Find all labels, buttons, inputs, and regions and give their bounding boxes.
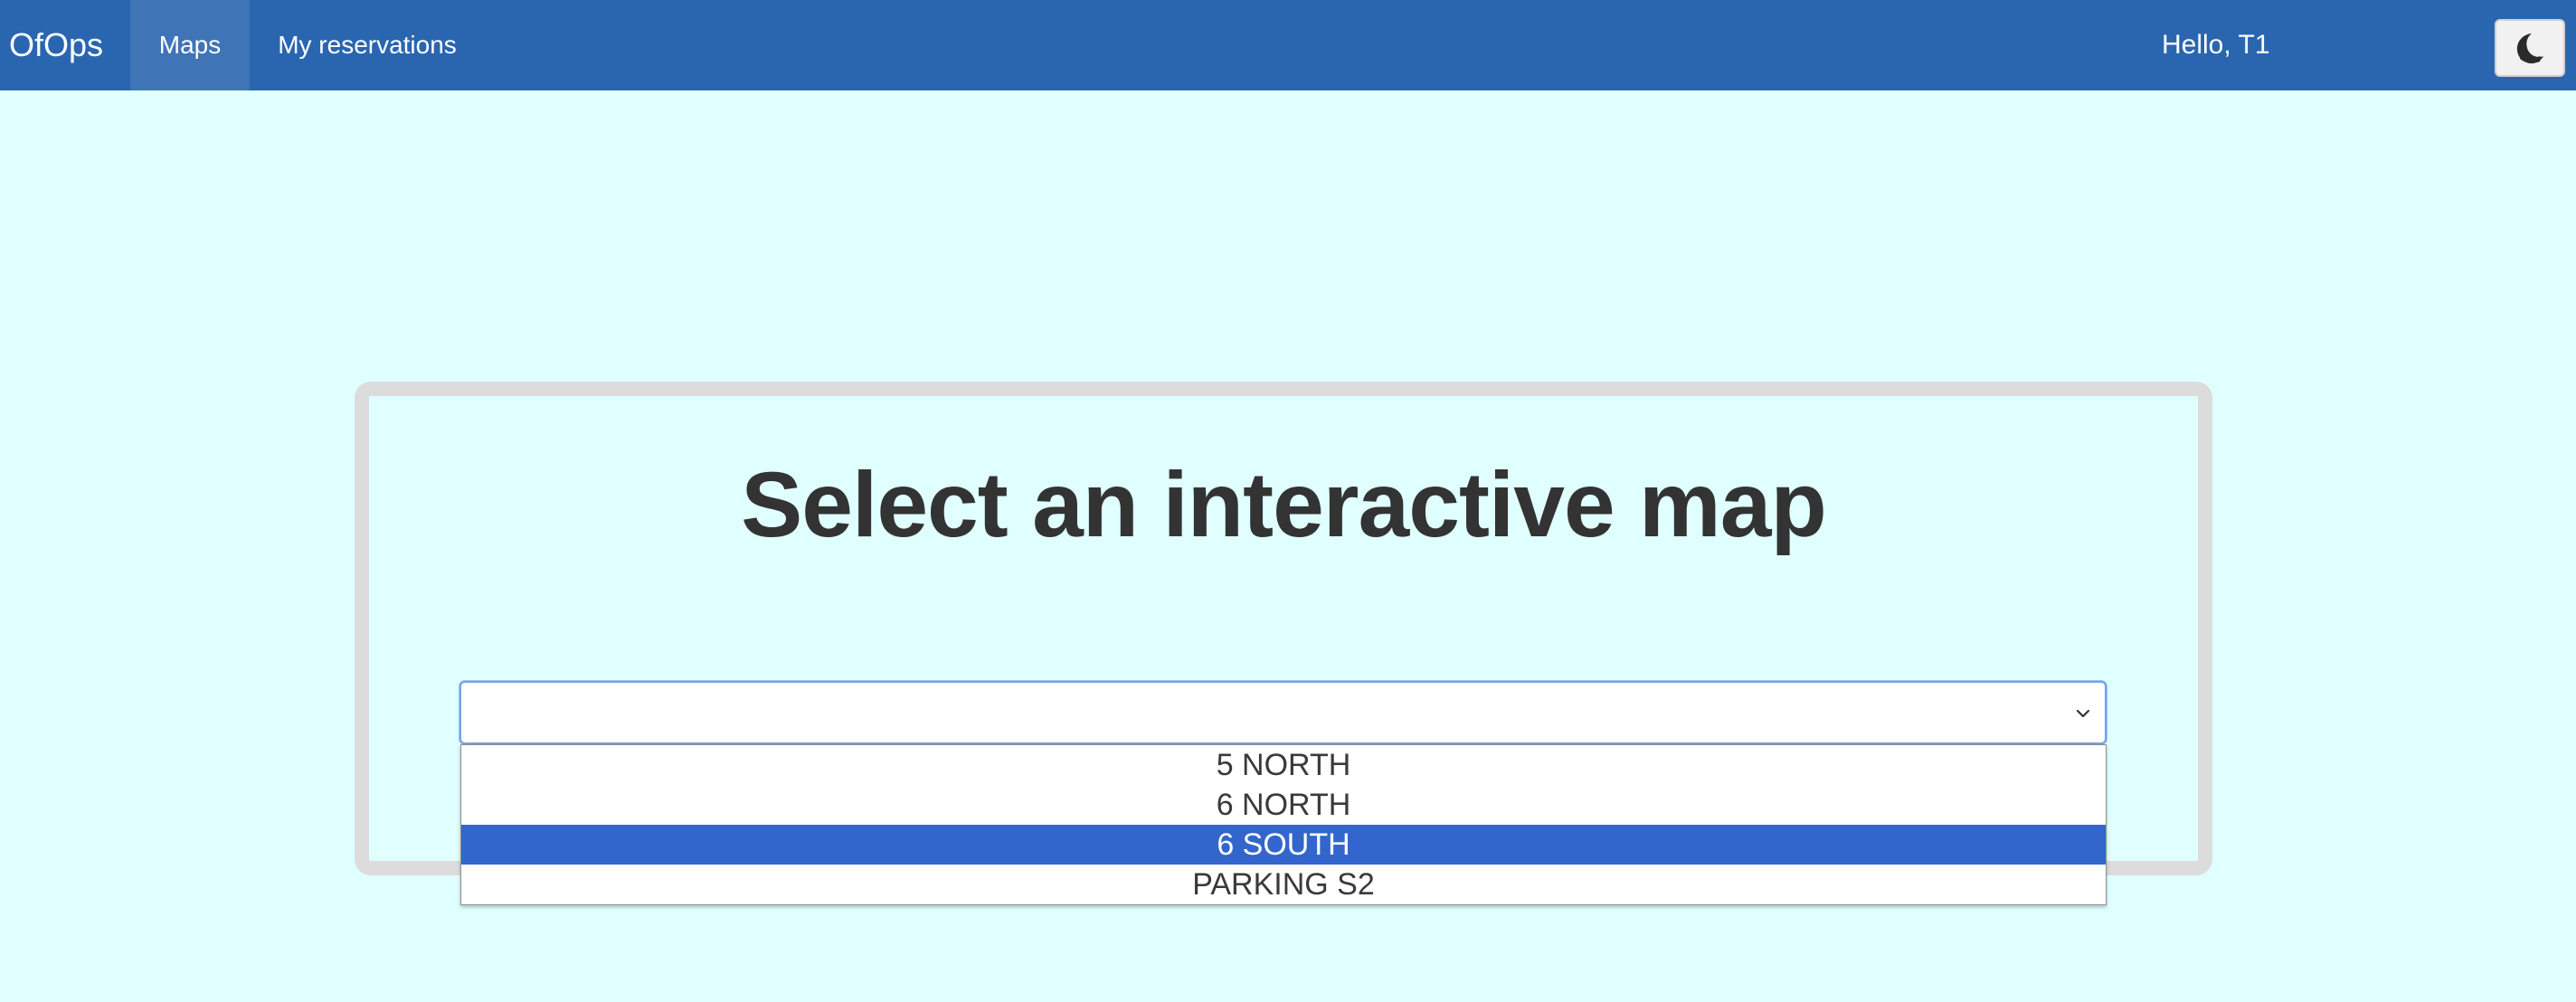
- map-option-5-north[interactable]: 5 NORTH: [461, 745, 2106, 785]
- nav-item-maps[interactable]: Maps: [130, 0, 250, 90]
- map-option-6-north[interactable]: 6 NORTH: [461, 785, 2106, 825]
- brand-link[interactable]: OfOps: [9, 0, 103, 90]
- theme-toggle-button[interactable]: [2495, 19, 2565, 77]
- top-navbar: OfOps Maps My reservations Hello, T1: [0, 0, 2576, 90]
- map-select-dropdown: 5 NORTH 6 NORTH 6 SOUTH PARKING S2: [460, 744, 2107, 905]
- moon-icon: [2516, 33, 2543, 64]
- map-option-parking-s2[interactable]: PARKING S2: [461, 865, 2106, 904]
- map-select[interactable]: [459, 681, 2107, 744]
- user-greeting: Hello, T1: [2162, 30, 2270, 60]
- map-option-6-south[interactable]: 6 SOUTH: [461, 825, 2106, 865]
- chevron-down-icon: [2072, 703, 2094, 724]
- nav-item-my-reservations[interactable]: My reservations: [250, 0, 485, 90]
- page-title: Select an interactive map: [741, 453, 1827, 556]
